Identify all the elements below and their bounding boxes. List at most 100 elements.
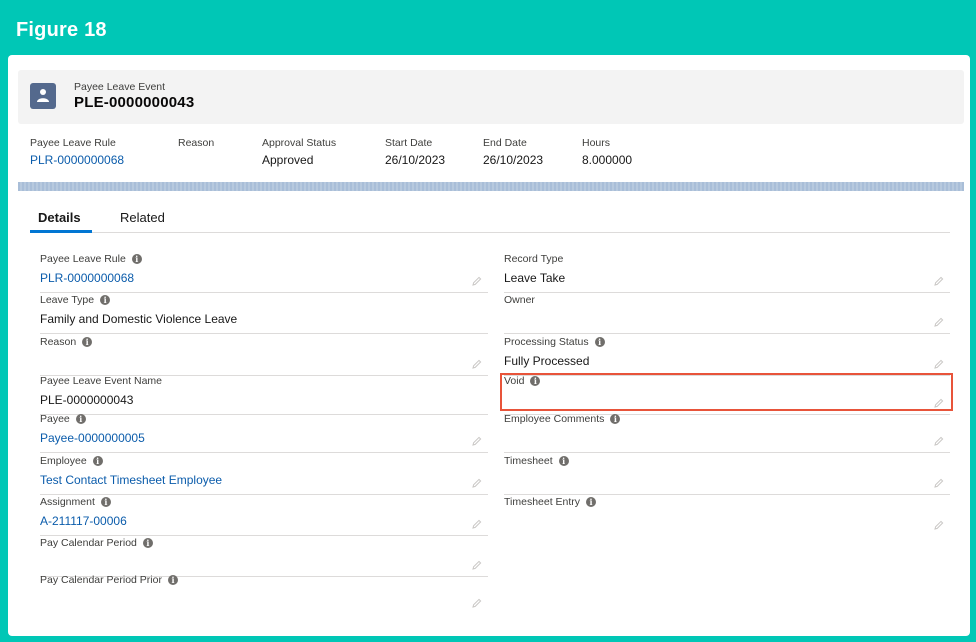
field-label-payee-leave-rule: Payee Leave Rule i — [40, 253, 488, 265]
info-icon[interactable]: i — [75, 414, 86, 424]
highlight-label: Reason — [178, 137, 215, 149]
field-value-payee-leave-event-name: PLE-0000000043 — [40, 393, 134, 407]
record-object-type: Payee Leave Event — [74, 81, 166, 93]
field-employee-comments: Employee Comments i — [504, 413, 950, 453]
record-header: Payee Leave Event PLE-0000000043 — [18, 70, 964, 124]
field-employee: Employee i Test Contact Timesheet Employee — [40, 455, 488, 495]
info-icon[interactable]: i — [167, 575, 178, 585]
field-label-text: Pay Calendar Period — [40, 537, 137, 549]
field-label-text: Assignment — [40, 496, 95, 508]
field-label-assignment: Assignment i — [40, 496, 488, 508]
info-icon[interactable]: i — [610, 414, 621, 424]
pencil-icon[interactable] — [934, 436, 944, 446]
field-label-text: Processing Status — [504, 336, 589, 348]
field-value-leave-type: Family and Domestic Violence Leave — [40, 312, 238, 326]
highlight-value: 26/10/2023 — [385, 153, 446, 167]
field-label-text: Payee — [40, 413, 70, 425]
field-label-text: Employee Comments — [504, 413, 605, 425]
tab-details-label: Details — [38, 210, 81, 225]
field-value-payee-leave-rule[interactable]: PLR-0000000068 — [40, 271, 488, 285]
field-payee: Payee i Payee-0000000005 — [40, 413, 488, 453]
field-label-payee-leave-event-name: Payee Leave Event Name — [40, 375, 488, 387]
field-value-employee[interactable]: Test Contact Timesheet Employee — [40, 473, 488, 487]
field-payee-leave-event-name: Payee Leave Event Name PLE-0000000043 — [40, 375, 488, 415]
field-label-text: Pay Calendar Period Prior — [40, 574, 162, 586]
highlight-label: Payee Leave Rule — [30, 137, 116, 149]
field-label-text: Leave Type — [40, 294, 95, 306]
field-leave-type: Leave Type i Family and Domestic Violence … — [40, 294, 488, 334]
field-label-timesheet: Timesheet i — [504, 455, 950, 467]
payee-leave-event-icon — [30, 83, 56, 109]
figure-title: Figure 18 — [16, 19, 107, 41]
highlight-start-date: Start Date 26/10/2023 — [385, 137, 445, 167]
pencil-icon[interactable] — [934, 520, 944, 530]
field-label-text: Reason — [40, 336, 77, 348]
tab-active-indicator — [30, 230, 92, 233]
field-label-employee: Employee i — [40, 455, 488, 467]
pencil-icon[interactable] — [472, 359, 482, 369]
pencil-icon[interactable] — [934, 317, 944, 327]
field-value-processing-status: Fully Processed — [504, 354, 590, 368]
highlight-value: 8.000000 — [582, 153, 633, 167]
highlight-hours: Hours 8.000000 — [582, 137, 632, 167]
highlight-label: Approval Status — [262, 137, 337, 149]
tab-related-label: Related — [120, 210, 165, 225]
record-page: Payee Leave Event PLE-0000000043 Payee L… — [8, 55, 970, 636]
highlight-approval-status: Approval Status Approved — [262, 137, 336, 167]
pencil-icon[interactable] — [934, 276, 944, 286]
info-icon[interactable]: i — [586, 497, 597, 507]
field-reason: Reason i — [40, 336, 488, 376]
highlight-label: Hours — [582, 137, 611, 149]
record-name: PLE-0000000043 — [74, 94, 195, 111]
field-label-record-type: Record Type — [504, 253, 950, 265]
info-icon[interactable]: i — [100, 497, 111, 507]
tab-bar: Details Related — [30, 206, 950, 233]
info-icon[interactable]: i — [142, 538, 153, 548]
pencil-icon[interactable] — [472, 598, 482, 608]
field-label-text: Timesheet Entry — [504, 496, 581, 508]
info-icon[interactable]: i — [558, 456, 569, 466]
highlight-value: Approved — [262, 153, 314, 167]
pencil-icon[interactable] — [472, 519, 482, 529]
field-label-pay-calendar-period: Pay Calendar Period i — [40, 537, 488, 549]
field-value-assignment[interactable]: A-211117-00006 — [40, 514, 488, 528]
info-icon[interactable]: i — [92, 456, 103, 466]
pencil-icon[interactable] — [472, 560, 482, 570]
info-icon[interactable]: i — [594, 337, 605, 347]
field-timesheet-entry: Timesheet Entry i — [504, 496, 950, 536]
field-value-record-type: Leave Take — [504, 271, 566, 285]
field-record-type: Record Type Leave Take — [504, 253, 950, 293]
highlight-value: 26/10/2023 — [483, 153, 544, 167]
field-label-employee-comments: Employee Comments i — [504, 413, 950, 425]
pencil-icon[interactable] — [934, 359, 944, 369]
pencil-icon[interactable] — [472, 478, 482, 488]
field-label-text: Timesheet — [504, 455, 553, 467]
field-owner: Owner — [504, 294, 950, 334]
tab-details[interactable]: Details — [38, 210, 81, 225]
field-label-owner: Owner — [504, 294, 950, 306]
field-label-timesheet-entry: Timesheet Entry i — [504, 496, 950, 508]
figure-frame: Figure 18 Payee Leave Event PLE-00000000… — [0, 0, 976, 642]
highlight-payee-leave-rule-link[interactable]: PLR-0000000068 — [30, 153, 124, 167]
field-label-pay-calendar-period-prior: Pay Calendar Period Prior i — [40, 574, 488, 586]
info-icon[interactable]: i — [131, 254, 142, 264]
tab-related[interactable]: Related — [120, 210, 165, 225]
pencil-icon[interactable] — [472, 436, 482, 446]
field-label-text: Payee Leave Event Name — [40, 375, 162, 387]
field-value-payee[interactable]: Payee-0000000005 — [40, 431, 488, 445]
void-field-highlight — [500, 373, 953, 411]
field-label-text: Payee Leave Rule — [40, 253, 126, 265]
info-icon[interactable]: i — [82, 337, 93, 347]
field-payee-leave-rule: Payee Leave Rule i PLR-0000000068 — [40, 253, 488, 293]
highlight-end-date: End Date 26/10/2023 — [483, 137, 543, 167]
field-processing-status: Processing Status i Fully Processed — [504, 336, 950, 376]
pencil-icon[interactable] — [934, 478, 944, 488]
field-label-leave-type: Leave Type i — [40, 294, 488, 306]
highlight-label: End Date — [483, 137, 527, 149]
info-icon[interactable]: i — [100, 295, 111, 305]
highlights-panel: Payee Leave Rule PLR-0000000068 Reason A… — [30, 137, 970, 177]
pencil-icon[interactable] — [472, 276, 482, 286]
field-timesheet: Timesheet i — [504, 455, 950, 495]
field-label-payee: Payee i — [40, 413, 488, 425]
path-stripe — [18, 182, 964, 191]
